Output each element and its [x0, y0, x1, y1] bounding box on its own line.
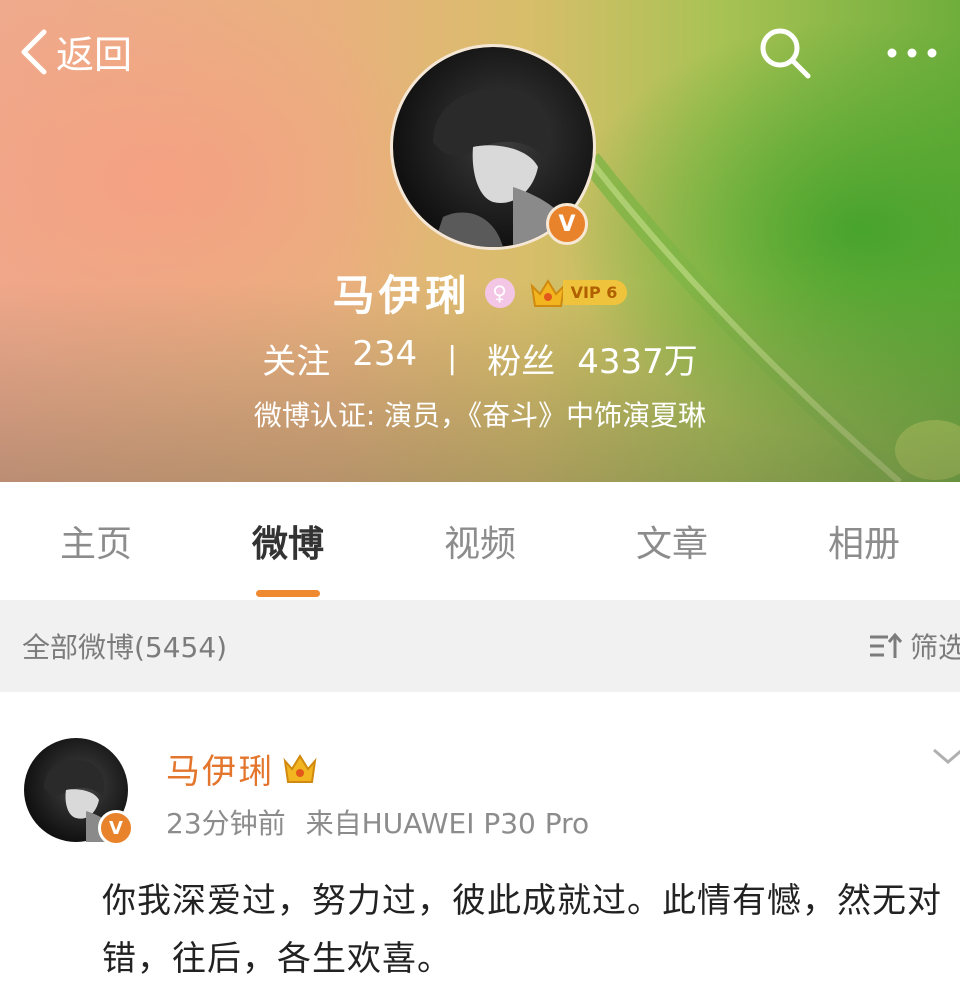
search-icon[interactable]	[756, 24, 814, 82]
post-author[interactable]: 马伊琍	[166, 744, 274, 793]
post-meta: 23分钟前 来自HUAWEI P30 Pro	[166, 802, 589, 842]
tab-video[interactable]: 视频	[426, 515, 534, 567]
profile-header: 返回 V 马伊琍 ♀ VIP 6 关注 234 | 粉丝 4337万 微博认证:…	[0, 0, 960, 482]
tab-albums[interactable]: 相册	[810, 515, 918, 567]
tab-weibo[interactable]: 微博	[234, 515, 342, 597]
filter-button[interactable]: 筛选	[868, 626, 960, 666]
verified-badge: V	[546, 203, 588, 245]
feed-filter-bar: 全部微博(5454) 筛选	[0, 600, 960, 692]
profile-stats: 关注 234 | 粉丝 4337万	[0, 334, 960, 383]
chevron-down-icon[interactable]	[930, 744, 960, 768]
vip-label: VIP 6	[562, 280, 628, 305]
stats-divider: |	[447, 341, 458, 376]
post-verified-badge: V	[98, 810, 134, 846]
post-text: 你我深爱过，努力过，彼此成就过。此情有憾，然无对错，往后，各生欢喜。	[102, 881, 942, 979]
more-icon[interactable]	[882, 24, 942, 82]
back-label: 返回	[56, 33, 133, 77]
follow-count: 234	[352, 334, 418, 374]
filter-sort-icon	[869, 632, 903, 658]
tab-articles[interactable]: 文章	[618, 515, 726, 567]
filter-label: 筛选	[909, 631, 960, 664]
post-author-row: 马伊琍	[166, 744, 318, 793]
vip-badge[interactable]: VIP 6	[529, 278, 628, 308]
follow-stat[interactable]: 关注 234	[262, 334, 417, 383]
post-card[interactable]: V 马伊琍 23分钟前 来自HUAWEI P30 Pro 你我深爱过，努力过，彼…	[0, 700, 960, 979]
back-chevron-icon	[21, 29, 47, 74]
fans-count: 4337万	[577, 342, 698, 382]
back-button[interactable]: 返回	[16, 24, 132, 79]
profile-name: 马伊琍	[332, 271, 471, 320]
crown-icon	[530, 278, 566, 307]
female-icon: ♀	[484, 277, 515, 308]
verification-text: 微博认证: 演员，《奋斗》中饰演夏琳	[253, 399, 707, 432]
fans-stat[interactable]: 粉丝 4337万	[487, 334, 698, 383]
fans-label: 粉丝	[487, 342, 556, 382]
profile-name-row: 马伊琍 ♀ VIP 6	[0, 262, 960, 323]
tab-home[interactable]: 主页	[42, 515, 150, 567]
follow-label: 关注	[262, 342, 331, 382]
post-time: 23分钟前	[166, 807, 286, 840]
crown-icon	[283, 753, 317, 783]
profile-tabs: 主页 微博 视频 文章 相册	[0, 482, 960, 600]
feed-summary[interactable]: 全部微博(5454)	[22, 626, 227, 666]
post-source: 来自HUAWEI P30 Pro	[305, 807, 590, 840]
